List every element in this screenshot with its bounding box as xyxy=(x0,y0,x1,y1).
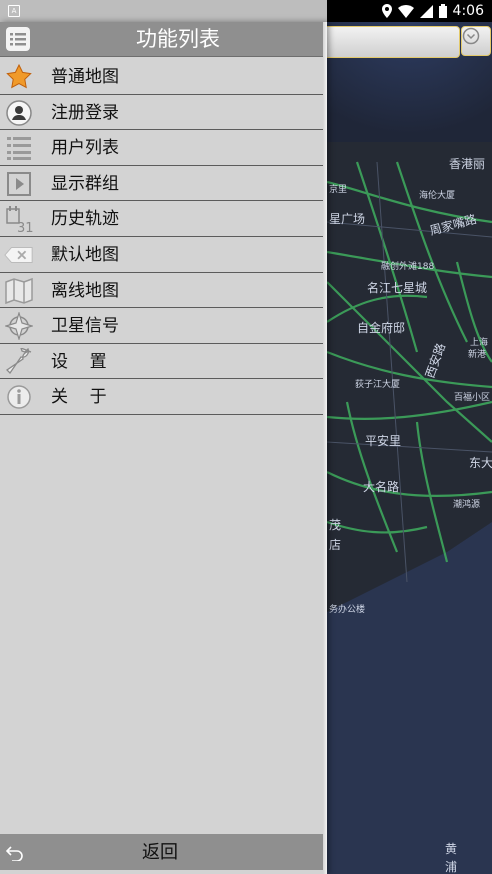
map-label: 名江七星城 xyxy=(367,281,428,295)
map-label: 香港丽 xyxy=(449,157,486,171)
map-label: 新港 xyxy=(468,350,487,360)
signal-icon xyxy=(419,4,433,18)
menu-item-label: 历史轨迹 xyxy=(51,209,119,230)
wifi-icon xyxy=(397,4,414,18)
wrench-icon xyxy=(4,347,34,376)
back-button[interactable]: 返回 xyxy=(0,834,324,870)
menu-item-satellite-signal[interactable]: 卫星信号 xyxy=(0,308,327,344)
chevron-down-icon xyxy=(462,27,480,45)
map-label: 黄 xyxy=(445,842,458,856)
map-label: 京里 xyxy=(329,185,348,195)
menu-item-label: 离线地图 xyxy=(51,280,119,301)
menu-item-label: 默认地图 xyxy=(51,244,119,265)
menu-item-normal-map[interactable]: 普通地图 xyxy=(0,59,327,95)
map-label: 海伦大厦 xyxy=(419,191,456,201)
menu-item-about[interactable]: 关 于 xyxy=(0,379,327,415)
user-icon xyxy=(4,99,34,127)
map-search-button[interactable] xyxy=(461,26,491,56)
svg-text:31: 31 xyxy=(17,221,33,233)
map-label: 大名路 xyxy=(363,480,400,494)
menu-item-default-map[interactable]: 默认地图 xyxy=(0,237,327,273)
menu-item-label: 卫星信号 xyxy=(51,316,119,337)
location-icon xyxy=(381,4,392,18)
notification-icon: A xyxy=(8,5,20,17)
battery-icon xyxy=(438,4,447,18)
info-icon xyxy=(4,383,34,411)
menu-item-label: 注册登录 xyxy=(51,102,119,123)
map-label: 融创外滩188 xyxy=(381,262,435,272)
map-label: 务办公楼 xyxy=(329,605,366,615)
calendar-icon: 31 xyxy=(4,205,34,233)
status-bar: A 4:06 xyxy=(0,0,492,22)
menu-item-history-track[interactable]: 31 历史轨迹 xyxy=(0,201,327,237)
map-roads xyxy=(327,22,492,874)
menu-item-user-list[interactable]: 用户列表 xyxy=(0,130,327,166)
map-label: 平安里 xyxy=(365,434,402,448)
menu-item-settings[interactable]: 设 置 xyxy=(0,344,327,380)
navigation-drawer: 功能列表 普通地图 注册登录 用户列表 显示群组 31 历史轨迹 默认地图 离线… xyxy=(0,22,327,874)
menu-item-label: 关 于 xyxy=(51,387,107,408)
menu-item-label: 普通地图 xyxy=(51,67,119,87)
menu-item-show-groups[interactable]: 显示群组 xyxy=(0,166,327,202)
menu-item-label: 显示群组 xyxy=(51,173,119,194)
map-label: 浦 xyxy=(445,860,458,874)
back-button-label: 返回 xyxy=(142,842,178,863)
map-label: 星广场 xyxy=(329,212,366,226)
menu-item-label: 用户列表 xyxy=(51,138,119,159)
status-time: 4:06 xyxy=(452,3,484,19)
map-view[interactable]: 香港丽 海伦大厦 京里 星广场 周家嘴路 融创外滩188 名江七星城 自金府邸 … xyxy=(327,22,492,874)
map-label: 潮鸿源 xyxy=(453,500,481,510)
star-icon xyxy=(4,63,34,91)
drawer-header: 功能列表 xyxy=(0,22,324,57)
map-label: 荻子江大厦 xyxy=(355,380,401,390)
map-label: 自金府邸 xyxy=(357,321,406,335)
menu-item-label: 设 置 xyxy=(51,351,107,372)
map-label: 东大 xyxy=(469,456,492,470)
status-bar-left: A xyxy=(0,0,327,22)
map-label: 百福小区 xyxy=(454,393,491,403)
map-icon xyxy=(4,277,34,305)
map-label: 茂 xyxy=(329,518,342,532)
menu-item-offline-map[interactable]: 离线地图 xyxy=(0,273,327,309)
play-icon xyxy=(4,170,34,198)
compass-icon xyxy=(4,312,34,341)
drawer-menu: 普通地图 注册登录 用户列表 显示群组 31 历史轨迹 默认地图 离线地图 卫星… xyxy=(0,59,327,415)
drawer-title: 功能列表 xyxy=(136,27,220,51)
status-icons: 4:06 xyxy=(381,2,484,20)
map-label: 店 xyxy=(329,538,342,552)
clear-icon xyxy=(4,241,34,269)
menu-item-register-login[interactable]: 注册登录 xyxy=(0,95,327,131)
list-icon xyxy=(4,134,34,162)
